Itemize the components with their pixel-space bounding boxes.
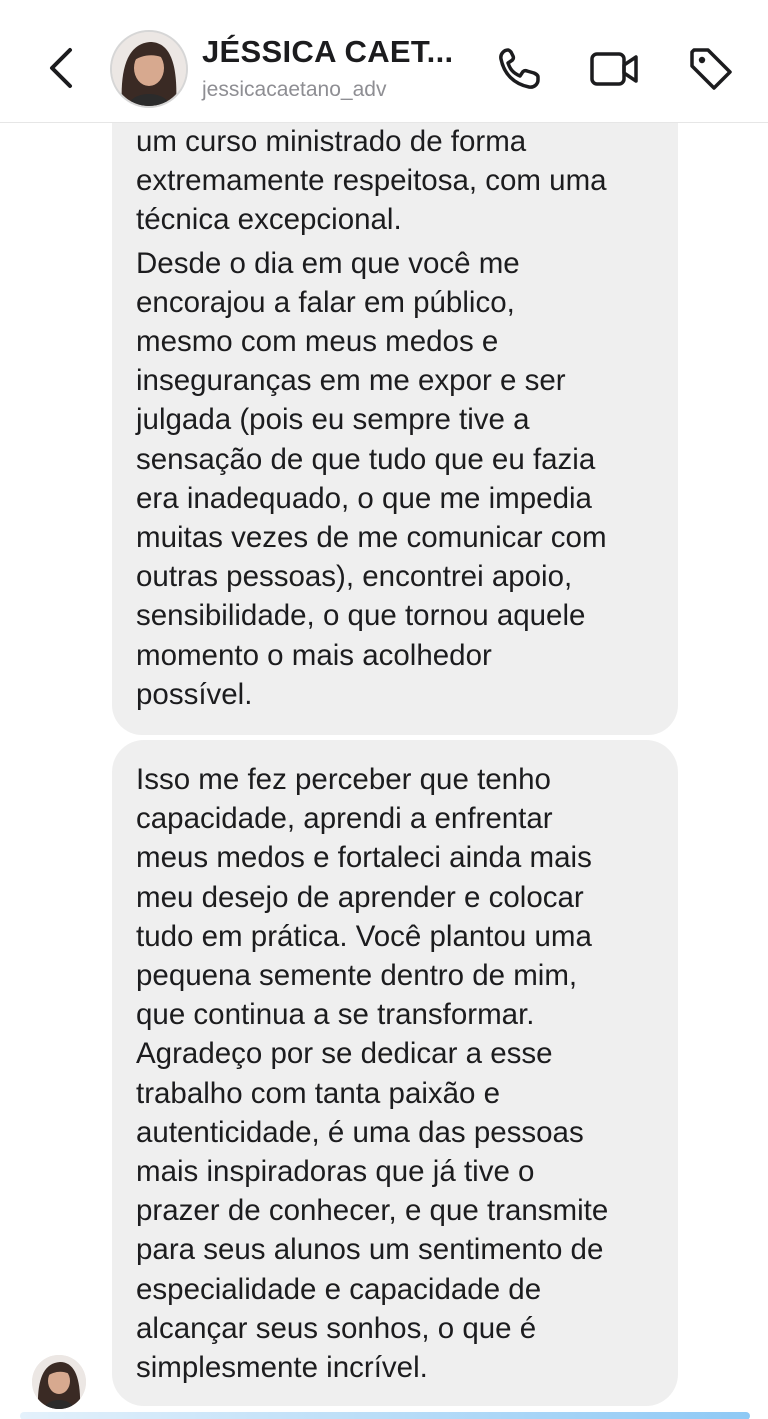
contact-name[interactable]: JÉSSICA CAET... [202, 34, 453, 70]
video-camera-icon[interactable] [588, 44, 638, 94]
contact-username[interactable]: jessicacaetano_adv [202, 78, 386, 102]
tag-icon[interactable] [686, 44, 736, 94]
sender-avatar[interactable] [32, 1355, 86, 1409]
back-chevron-icon[interactable] [40, 46, 84, 90]
message-paragraph: Desde o dia em que você me encorajou a f… [136, 246, 607, 711]
message-bubble[interactable]: Isso me fez perceber que tenho capacidad… [112, 740, 678, 1406]
message-bubble[interactable]: um curso ministrado de forma extremament… [112, 122, 678, 735]
outgoing-message-edge [20, 1412, 750, 1419]
phone-icon[interactable] [494, 44, 544, 94]
message-thread: um curso ministrado de forma extremament… [0, 122, 768, 1419]
avatar[interactable] [110, 30, 188, 108]
chat-header: JÉSSICA CAET... jessicacaetano_adv [0, 0, 768, 123]
message-paragraph: um curso ministrado de forma extremament… [136, 125, 607, 237]
message-paragraph: Isso me fez perceber que tenho capacidad… [136, 763, 609, 1385]
